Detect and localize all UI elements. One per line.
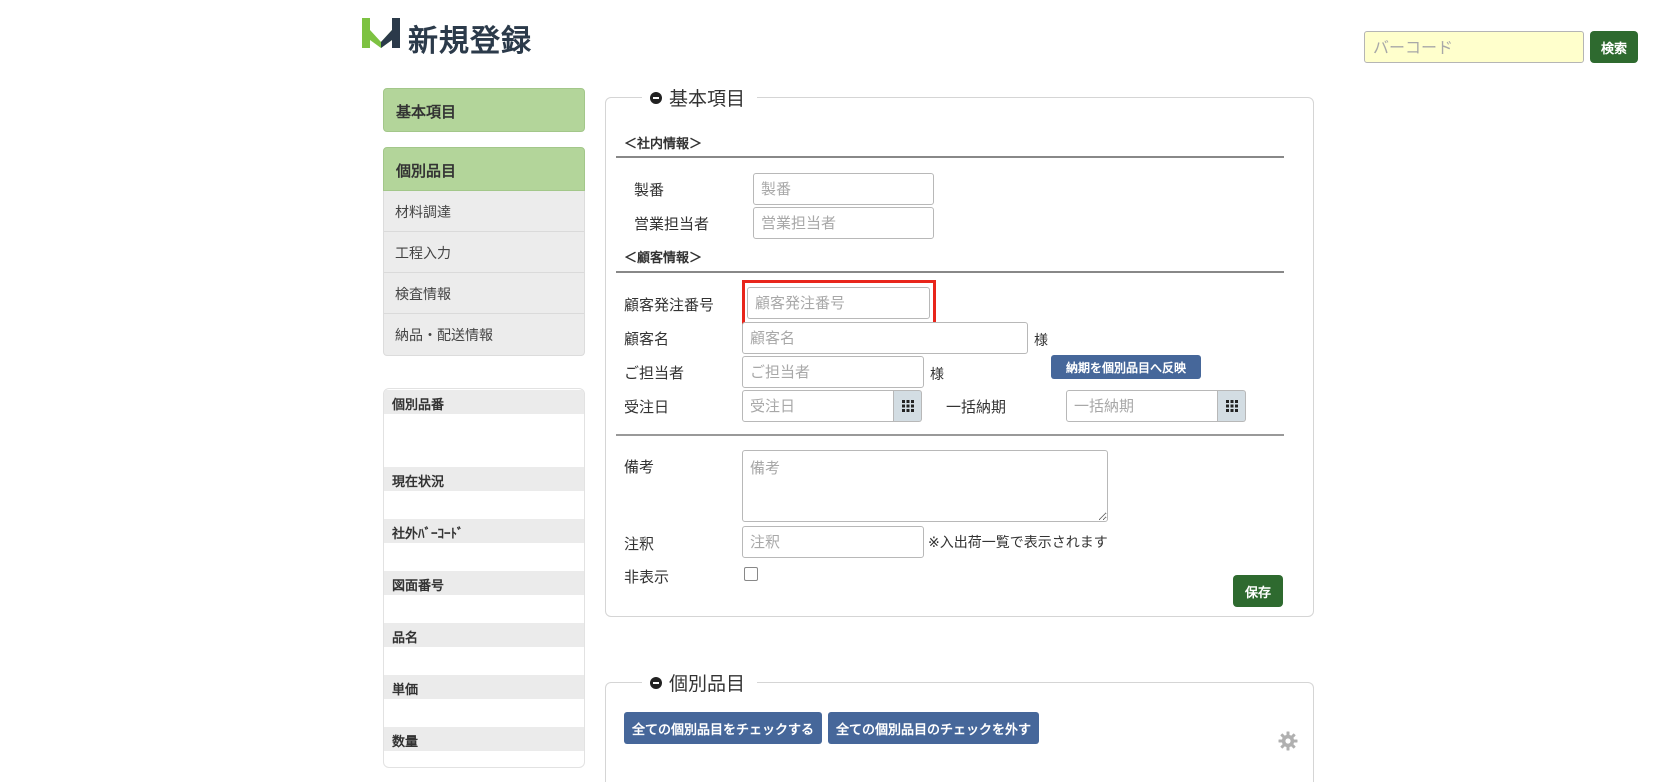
customer-info-heading: ＜顧客情報＞ bbox=[624, 251, 703, 266]
honorific-text: 様 bbox=[930, 367, 944, 383]
sidebar-section-basic[interactable]: 基本項目 bbox=[383, 88, 585, 132]
bulk-delivery-label: 一括納期 bbox=[946, 398, 1007, 416]
hidden-checkbox[interactable] bbox=[744, 567, 758, 581]
sales-rep-input[interactable] bbox=[753, 207, 934, 239]
info-label-drawing-number: 図面番号 bbox=[384, 571, 584, 595]
sales-rep-label: 営業担当者 bbox=[634, 215, 710, 233]
hidden-label: 非表示 bbox=[624, 568, 670, 586]
customer-name-label: 顧客名 bbox=[624, 330, 670, 348]
note-hint-text: ※入出荷一覧で表示されます bbox=[928, 535, 1108, 551]
uncheck-all-button[interactable]: 全ての個別品目のチェックを外す bbox=[828, 712, 1039, 744]
save-button[interactable]: 保存 bbox=[1233, 575, 1283, 607]
collapse-icon[interactable] bbox=[650, 676, 662, 689]
basic-items-legend[interactable]: 基本項目 bbox=[642, 84, 758, 111]
seiban-input[interactable] bbox=[753, 173, 934, 205]
individual-items-legend[interactable]: 個別品目 bbox=[642, 669, 758, 696]
sidebar-item-delivery[interactable]: 納品・配送情報 bbox=[384, 314, 584, 355]
calendar-grid-icon bbox=[901, 400, 914, 412]
internal-info-heading: ＜社内情報＞ bbox=[624, 137, 703, 152]
customer-order-number-label: 顧客発注番号 bbox=[624, 296, 715, 314]
contact-person-input[interactable] bbox=[742, 356, 924, 388]
basic-items-legend-label: 基本項目 bbox=[669, 88, 746, 110]
info-label-external-barcode: 社外ﾊﾞｰｺｰﾄﾞ bbox=[384, 519, 584, 543]
order-date-input[interactable] bbox=[742, 390, 894, 422]
divider bbox=[616, 271, 1284, 273]
individual-items-legend-label: 個別品目 bbox=[669, 673, 746, 695]
sidebar-section-individual[interactable]: 個別品目 bbox=[383, 147, 585, 191]
search-button[interactable]: 検索 bbox=[1590, 31, 1638, 63]
info-label-unit-price: 単価 bbox=[384, 675, 584, 699]
calendar-button[interactable] bbox=[894, 390, 922, 422]
calendar-grid-icon bbox=[1225, 400, 1238, 412]
customer-name-input[interactable] bbox=[742, 322, 1028, 354]
customer-order-number-input[interactable] bbox=[747, 287, 930, 319]
calendar-button[interactable] bbox=[1218, 390, 1246, 422]
sidebar-item-inspection[interactable]: 検査情報 bbox=[384, 273, 584, 314]
remarks-textarea[interactable] bbox=[742, 450, 1108, 522]
note-input[interactable] bbox=[742, 526, 924, 558]
info-label-item-number: 個別品番 bbox=[384, 390, 584, 414]
reflect-delivery-button[interactable]: 納期を個別品目へ反映 bbox=[1051, 355, 1201, 379]
honorific-text: 様 bbox=[1034, 333, 1048, 349]
item-info-panel: 個別品番 現在状況 社外ﾊﾞｰｺｰﾄﾞ 図面番号 品名 単価 数量 bbox=[383, 388, 585, 768]
seiban-label: 製番 bbox=[634, 181, 665, 199]
bulk-delivery-input[interactable] bbox=[1066, 390, 1218, 422]
info-label-status: 現在状況 bbox=[384, 467, 584, 491]
sidebar-item-process[interactable]: 工程入力 bbox=[384, 232, 584, 273]
collapse-icon[interactable] bbox=[650, 91, 662, 104]
barcode-input[interactable] bbox=[1364, 31, 1584, 63]
divider bbox=[616, 434, 1284, 436]
info-label-quantity: 数量 bbox=[384, 727, 584, 751]
app-logo-icon bbox=[362, 18, 400, 48]
page-title: 新規登録 bbox=[408, 24, 532, 59]
check-all-button[interactable]: 全ての個別品目をチェックする bbox=[624, 712, 822, 744]
gear-icon[interactable] bbox=[1278, 731, 1298, 751]
individual-items-panel: 個別品目 全ての個別品目をチェックする 全ての個別品目のチェックを外す bbox=[605, 669, 1314, 782]
divider bbox=[616, 156, 1284, 158]
sidebar-item-material[interactable]: 材料調達 bbox=[384, 191, 584, 232]
note-label: 注釈 bbox=[624, 535, 655, 553]
order-date-label: 受注日 bbox=[624, 398, 670, 416]
basic-items-panel: 基本項目 ＜社内情報＞ 製番 営業担当者 ＜顧客情報＞ 顧客発注番号 顧客名 様… bbox=[605, 84, 1314, 617]
contact-person-label: ご担当者 bbox=[624, 364, 685, 382]
info-label-product-name: 品名 bbox=[384, 623, 584, 647]
sidebar-list: 材料調達 工程入力 検査情報 納品・配送情報 bbox=[383, 191, 585, 356]
remarks-label: 備考 bbox=[624, 458, 655, 476]
